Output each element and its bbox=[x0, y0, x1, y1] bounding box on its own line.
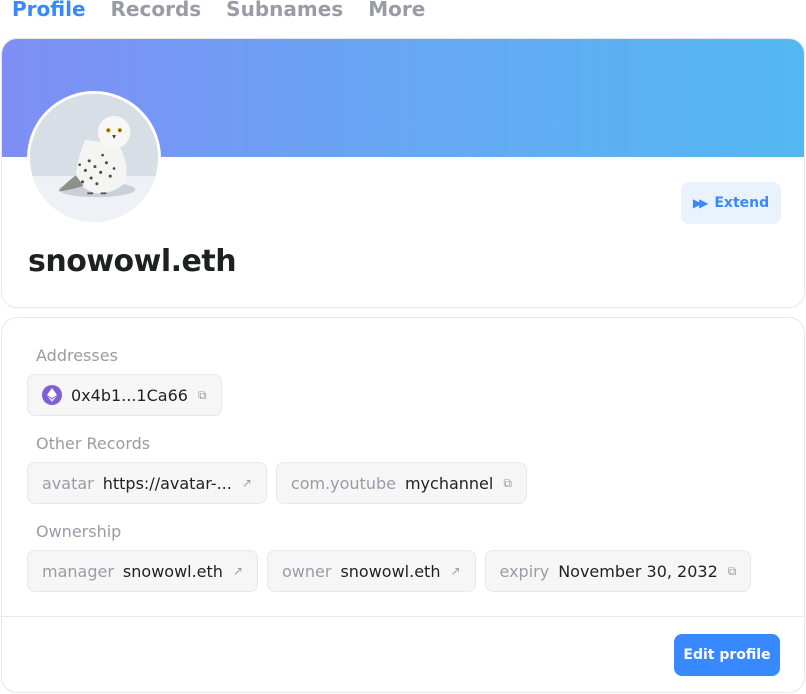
ownership-chip-owner[interactable]: owner snowowl.eth ↗ bbox=[267, 550, 476, 592]
external-link-icon: ↗ bbox=[241, 476, 252, 490]
ownership-key: manager bbox=[42, 561, 114, 581]
tab-records[interactable]: Records bbox=[111, 0, 202, 24]
extend-button[interactable]: ▶▶ Extend bbox=[681, 182, 781, 224]
avatar bbox=[27, 91, 161, 225]
ownership-chip-expiry[interactable]: expiry November 30, 2032 ⧉ bbox=[484, 550, 752, 592]
footer-divider bbox=[2, 616, 804, 617]
tab-more[interactable]: More bbox=[368, 0, 425, 24]
other-records-row: avatar https://avatar-... ↗ com.youtube … bbox=[27, 462, 527, 504]
extend-label: Extend bbox=[714, 195, 770, 211]
ownership-value: snowowl.eth bbox=[340, 561, 441, 581]
record-chip-avatar[interactable]: avatar https://avatar-... ↗ bbox=[27, 462, 267, 504]
ownership-value: snowowl.eth bbox=[122, 561, 223, 581]
addresses-row: 0x4b1...1Ca66 ⧉ bbox=[27, 374, 222, 416]
copy-icon: ⧉ bbox=[197, 387, 207, 402]
record-value: https://avatar-... bbox=[102, 473, 232, 493]
ownership-key: expiry bbox=[499, 561, 550, 581]
external-link-icon: ↗ bbox=[450, 564, 461, 578]
other-records-title: Other Records bbox=[36, 434, 151, 453]
record-key: com.youtube bbox=[290, 473, 396, 493]
tab-subnames[interactable]: Subnames bbox=[226, 0, 343, 24]
records-card: Addresses 0x4b1...1Ca66 ⧉ Other Records … bbox=[1, 317, 805, 693]
ownership-title: Ownership bbox=[36, 522, 122, 541]
ownership-value: November 30, 2032 bbox=[558, 561, 718, 581]
address-value: 0x4b1...1Ca66 bbox=[71, 385, 188, 405]
record-chip-youtube[interactable]: com.youtube mychannel ⧉ bbox=[275, 462, 527, 504]
record-key: avatar bbox=[42, 473, 94, 493]
copy-icon: ⧉ bbox=[503, 475, 512, 490]
edit-profile-button[interactable]: Edit profile bbox=[674, 634, 780, 676]
fast-forward-icon: ▶▶ bbox=[692, 196, 709, 210]
ethereum-icon bbox=[42, 385, 62, 405]
tab-profile[interactable]: Profile bbox=[12, 0, 86, 24]
ownership-key: owner bbox=[282, 561, 332, 581]
profile-tabs: Profile Records Subnames More bbox=[12, 0, 450, 24]
addresses-title: Addresses bbox=[36, 346, 118, 365]
profile-name: snowowl.eth bbox=[28, 244, 237, 279]
copy-icon: ⧉ bbox=[727, 563, 737, 578]
profile-card: ▶▶ Extend snowowl.eth bbox=[1, 38, 805, 308]
ownership-row: manager snowowl.eth ↗ owner snowowl.eth … bbox=[27, 550, 752, 592]
record-value: mychannel bbox=[404, 473, 494, 493]
external-link-icon: ↗ bbox=[232, 564, 243, 578]
address-chip-eth[interactable]: 0x4b1...1Ca66 ⧉ bbox=[27, 374, 222, 416]
snowy-owl-image bbox=[30, 94, 158, 222]
ownership-chip-manager[interactable]: manager snowowl.eth ↗ bbox=[27, 550, 258, 592]
